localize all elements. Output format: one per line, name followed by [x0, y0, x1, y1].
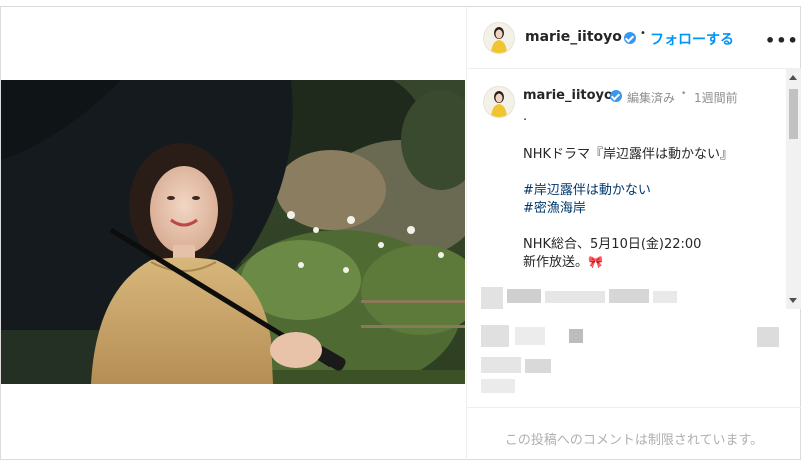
caption-avatar[interactable] — [483, 86, 515, 118]
caption-username[interactable]: marie_iitoyo — [523, 88, 613, 103]
pixelated-comments — [467, 277, 801, 407]
pixel-block — [545, 291, 605, 303]
meta-separator: • — [681, 89, 687, 99]
post-time[interactable]: 1週間前 — [694, 89, 738, 106]
profile-avatar[interactable] — [483, 22, 515, 54]
header-username[interactable]: marie_iitoyo — [525, 29, 622, 45]
verified-badge-icon — [624, 32, 636, 44]
pixel-block — [481, 287, 503, 309]
post-photo[interactable] — [1, 80, 465, 384]
pixel-block — [609, 289, 649, 303]
caption-line: . — [523, 109, 528, 124]
post-header: marie_iitoyo • フォローする ••• — [467, 7, 801, 69]
caption-line: NHKドラマ『岸辺露伴は動かない』 — [523, 147, 734, 162]
caption-avatar-image — [484, 87, 514, 117]
pixel-block — [525, 359, 551, 373]
pixel-block — [569, 329, 583, 343]
pixel-block — [481, 379, 515, 393]
header-separator: • — [640, 28, 646, 39]
caption-verified-badge-icon — [610, 90, 622, 102]
pixel-block — [515, 327, 545, 345]
post-side-panel: marie_iitoyo • フォローする ••• marie_iitoyo 編… — [466, 7, 801, 460]
scroll-up-arrow-icon[interactable] — [789, 75, 797, 80]
caption-scrollbar[interactable] — [786, 69, 801, 309]
caption-text: 新作放送。 — [523, 255, 589, 270]
more-options-icon[interactable]: ••• — [765, 31, 799, 50]
pixel-block — [507, 289, 541, 303]
hashtag-link[interactable]: #岸辺露伴は動かない — [523, 179, 651, 198]
pixel-block — [757, 327, 779, 347]
caption-line: NHK総合、5月10日(金)22:00 — [523, 237, 702, 252]
pixel-block — [481, 357, 521, 373]
photo-image — [1, 80, 465, 384]
edited-label: 編集済み — [627, 91, 676, 105]
comments-footer: この投稿へのコメントは制限されています。 — [467, 407, 801, 459]
pixel-block — [653, 291, 677, 303]
scroll-thumb[interactable] — [789, 89, 798, 139]
caption-area: marie_iitoyo 編集済み • 1週間前 . NHKドラマ『岸辺露伴は動… — [467, 69, 787, 309]
comments-restricted-text: この投稿へのコメントは制限されています。 — [504, 433, 764, 448]
follow-button[interactable]: フォローする — [650, 29, 734, 49]
caption-line: 新作放送。🎀 — [523, 251, 603, 270]
ribbon-icon: 🎀 — [588, 255, 603, 269]
hashtag-link[interactable]: #密漁海岸 — [523, 197, 586, 216]
pixel-block — [481, 325, 509, 347]
avatar-image — [484, 23, 514, 53]
